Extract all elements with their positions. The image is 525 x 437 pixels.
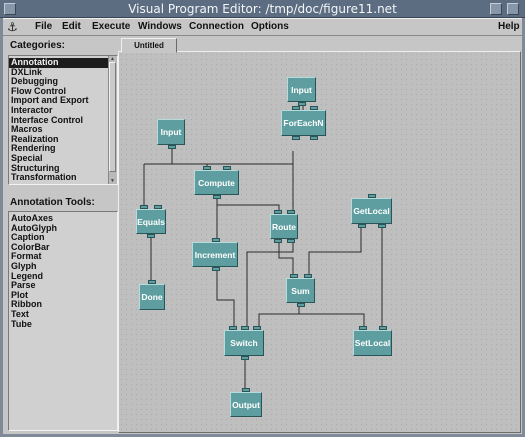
menu-windows[interactable]: Windows (138, 21, 182, 32)
categories-list[interactable]: Annotation DXLink Debugging Flow Control… (8, 55, 118, 185)
node-output[interactable]: Output (230, 388, 262, 417)
node-route[interactable]: Route (270, 210, 298, 243)
window-title: Visual Program Editor: /tmp/doc/figure11… (128, 2, 397, 16)
node-input-1[interactable]: Input (157, 119, 185, 149)
node-setlocal[interactable]: SetLocal (353, 326, 392, 356)
tab-untitled[interactable]: Untitled (121, 38, 177, 53)
scrollbar-thumb[interactable] (109, 62, 116, 172)
menu-help[interactable]: Help (498, 21, 520, 32)
node-equals[interactable]: Equals (136, 205, 166, 238)
tool-item[interactable]: Tube (9, 319, 117, 330)
categories-scrollbar[interactable]: ▲ ▼ (108, 56, 117, 184)
scroll-down-icon[interactable]: ▼ (108, 178, 117, 184)
menu-bar: ⚓ File Edit Execute Windows Connection O… (3, 18, 522, 36)
node-foreachn[interactable]: ForEachN (281, 106, 326, 140)
tools-label: Annotation Tools: (10, 197, 95, 208)
menu-connection[interactable]: Connection (189, 21, 244, 32)
category-item[interactable]: Transformation (9, 173, 117, 183)
categories-label: Categories: (10, 40, 66, 51)
menu-file[interactable]: File (35, 21, 52, 32)
menu-edit[interactable]: Edit (62, 21, 81, 32)
editor-frame: Categories: Annotation DXLink Debugging … (3, 36, 522, 434)
node-increment[interactable]: Increment (192, 238, 238, 271)
node-input-2[interactable]: Input (287, 77, 316, 106)
menu-execute[interactable]: Execute (92, 21, 130, 32)
tools-list[interactable]: AutoAxes AutoGlyph Caption ColorBar Form… (8, 211, 118, 431)
node-sum[interactable]: Sum (286, 274, 315, 307)
menu-options[interactable]: Options (251, 21, 289, 32)
node-compute[interactable]: Compute (194, 166, 239, 199)
node-done[interactable]: Done (139, 280, 165, 310)
title-bar: Visual Program Editor: /tmp/doc/figure11… (0, 0, 525, 18)
node-getlocal[interactable]: GetLocal (351, 194, 392, 228)
network-canvas[interactable]: Input Input ForEachN Compute Equals GetL… (118, 51, 521, 433)
node-switch[interactable]: Switch (224, 326, 264, 360)
maximize-button[interactable] (507, 3, 519, 15)
anchor-icon: ⚓ (7, 20, 18, 34)
minimize-button[interactable] (490, 3, 502, 15)
